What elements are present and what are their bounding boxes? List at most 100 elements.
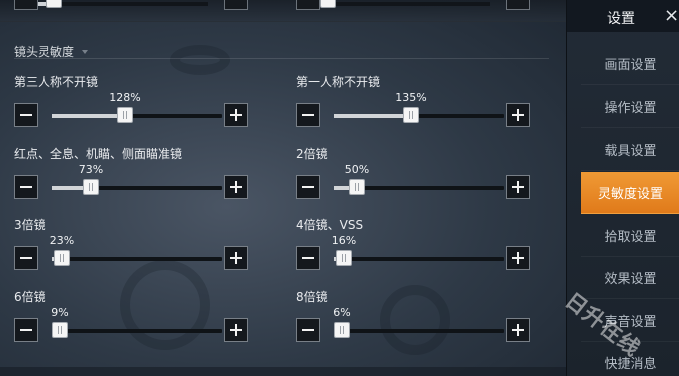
decrease-button[interactable] <box>14 318 38 342</box>
sidebar-item-effects[interactable]: 效果设置 <box>581 257 679 299</box>
sensitivity-control: 6倍镜 9% <box>14 288 249 352</box>
decrease-button[interactable] <box>14 175 38 199</box>
previous-minus-button[interactable] <box>296 0 320 10</box>
previous-plus-button[interactable] <box>506 0 530 10</box>
minus-icon <box>301 180 315 194</box>
increase-button[interactable] <box>506 175 530 199</box>
previous-minus-button[interactable] <box>14 0 38 10</box>
slider-thumb[interactable] <box>349 179 365 195</box>
decrease-button[interactable] <box>296 103 320 127</box>
increase-button[interactable] <box>224 175 248 199</box>
sidebar-item-pickup[interactable]: 拾取设置 <box>581 215 679 257</box>
slider-track[interactable] <box>52 107 222 123</box>
decrease-button[interactable] <box>296 175 320 199</box>
minus-icon <box>301 108 315 122</box>
section-divider <box>14 58 549 59</box>
minus-icon <box>19 323 33 337</box>
slider-track[interactable] <box>334 322 504 338</box>
slider-track[interactable] <box>334 107 504 123</box>
decrease-button[interactable] <box>296 246 320 270</box>
sensitivity-control: 4倍镜、VSS 16% <box>296 216 531 280</box>
increase-button[interactable] <box>224 246 248 270</box>
slider-fill <box>52 114 125 118</box>
minus-icon <box>301 323 315 337</box>
previous-slider-thumb[interactable] <box>46 0 62 8</box>
previous-slider-track[interactable] <box>38 0 208 8</box>
plus-icon <box>229 251 243 265</box>
settings-panel: 镜头灵敏度 第三人称不开镜 128% 第一人称不开镜 135% 红点、全息、机瞄… <box>0 0 566 376</box>
sidebar-item-vehicle[interactable]: 载具设置 <box>581 129 679 171</box>
minus-icon <box>19 251 33 265</box>
sensitivity-control: 8倍镜 6% <box>296 288 531 352</box>
slider-track[interactable] <box>52 250 222 266</box>
percent-value: 128% <box>109 91 141 104</box>
minus-icon <box>19 180 33 194</box>
slider-thumb[interactable] <box>117 107 133 123</box>
plus-icon <box>511 323 525 337</box>
slider-track[interactable] <box>52 322 222 338</box>
plus-icon <box>229 108 243 122</box>
sensitivity-control: 红点、全息、机瞄、侧面瞄准镜 73% <box>14 145 249 209</box>
sensitivity-control: 2倍镜 50% <box>296 145 531 209</box>
sidebar-item-quick-chat[interactable]: 快捷消息 <box>581 342 679 376</box>
control-label: 4倍镜、VSS <box>296 218 364 232</box>
sidebar-item-display[interactable]: 画面设置 <box>581 43 679 85</box>
sidebar-item-controls[interactable]: 操作设置 <box>581 86 679 128</box>
previous-slider-row <box>0 0 566 22</box>
control-label: 3倍镜 <box>14 218 46 232</box>
sidebar-header: 设置 × <box>567 0 679 32</box>
decrease-button[interactable] <box>296 318 320 342</box>
slider-thumb[interactable] <box>83 179 99 195</box>
plus-icon <box>511 108 525 122</box>
sidebar-title: 设置 <box>607 11 635 27</box>
control-label: 第三人称不开镜 <box>14 75 99 89</box>
collapse-icon <box>82 49 89 54</box>
previous-slider-track[interactable] <box>320 0 490 8</box>
background-decoration <box>170 45 230 75</box>
sidebar-item-sensitivity[interactable]: 灵敏度设置 <box>581 172 679 214</box>
slider-thumb[interactable] <box>54 250 70 266</box>
minus-icon <box>19 108 33 122</box>
increase-button[interactable] <box>224 318 248 342</box>
control-label: 8倍镜 <box>296 290 328 304</box>
plus-icon <box>511 180 525 194</box>
control-label: 6倍镜 <box>14 290 46 304</box>
percent-value: 23% <box>49 234 75 247</box>
plus-icon <box>229 180 243 194</box>
percent-value: 135% <box>395 91 427 104</box>
percent-value: 9% <box>51 306 69 319</box>
increase-button[interactable] <box>506 246 530 270</box>
slider-track[interactable] <box>52 179 222 195</box>
settings-sidebar: 设置 × 画面设置 操作设置 载具设置 灵敏度设置 拾取设置 效果设置 声音设置… <box>566 0 679 376</box>
sidebar-item-audio[interactable]: 声音设置 <box>581 300 679 342</box>
percent-value: 50% <box>344 163 370 176</box>
percent-value: 16% <box>331 234 357 247</box>
increase-button[interactable] <box>506 103 530 127</box>
slider-track[interactable] <box>334 250 504 266</box>
increase-button[interactable] <box>224 103 248 127</box>
previous-slider-thumb[interactable] <box>320 0 336 8</box>
plus-icon <box>229 323 243 337</box>
decrease-button[interactable] <box>14 103 38 127</box>
decrease-button[interactable] <box>14 246 38 270</box>
previous-plus-button[interactable] <box>224 0 248 10</box>
plus-icon <box>511 251 525 265</box>
slider-thumb[interactable] <box>403 107 419 123</box>
slider-thumb[interactable] <box>336 250 352 266</box>
slider-track[interactable] <box>334 179 504 195</box>
control-label: 2倍镜 <box>296 147 328 161</box>
increase-button[interactable] <box>506 318 530 342</box>
percent-value: 6% <box>333 306 351 319</box>
slider-thumb[interactable] <box>52 322 68 338</box>
control-label: 红点、全息、机瞄、侧面瞄准镜 <box>14 147 183 161</box>
minus-icon <box>301 251 315 265</box>
bottom-edge <box>0 367 566 376</box>
sensitivity-control: 第一人称不开镜 135% <box>296 73 531 137</box>
percent-value: 73% <box>78 163 104 176</box>
sensitivity-control: 3倍镜 23% <box>14 216 249 280</box>
sensitivity-control: 第三人称不开镜 128% <box>14 73 249 137</box>
slider-thumb[interactable] <box>334 322 350 338</box>
close-icon[interactable]: × <box>664 6 679 26</box>
slider-fill <box>334 114 411 118</box>
control-label: 第一人称不开镜 <box>296 75 381 89</box>
